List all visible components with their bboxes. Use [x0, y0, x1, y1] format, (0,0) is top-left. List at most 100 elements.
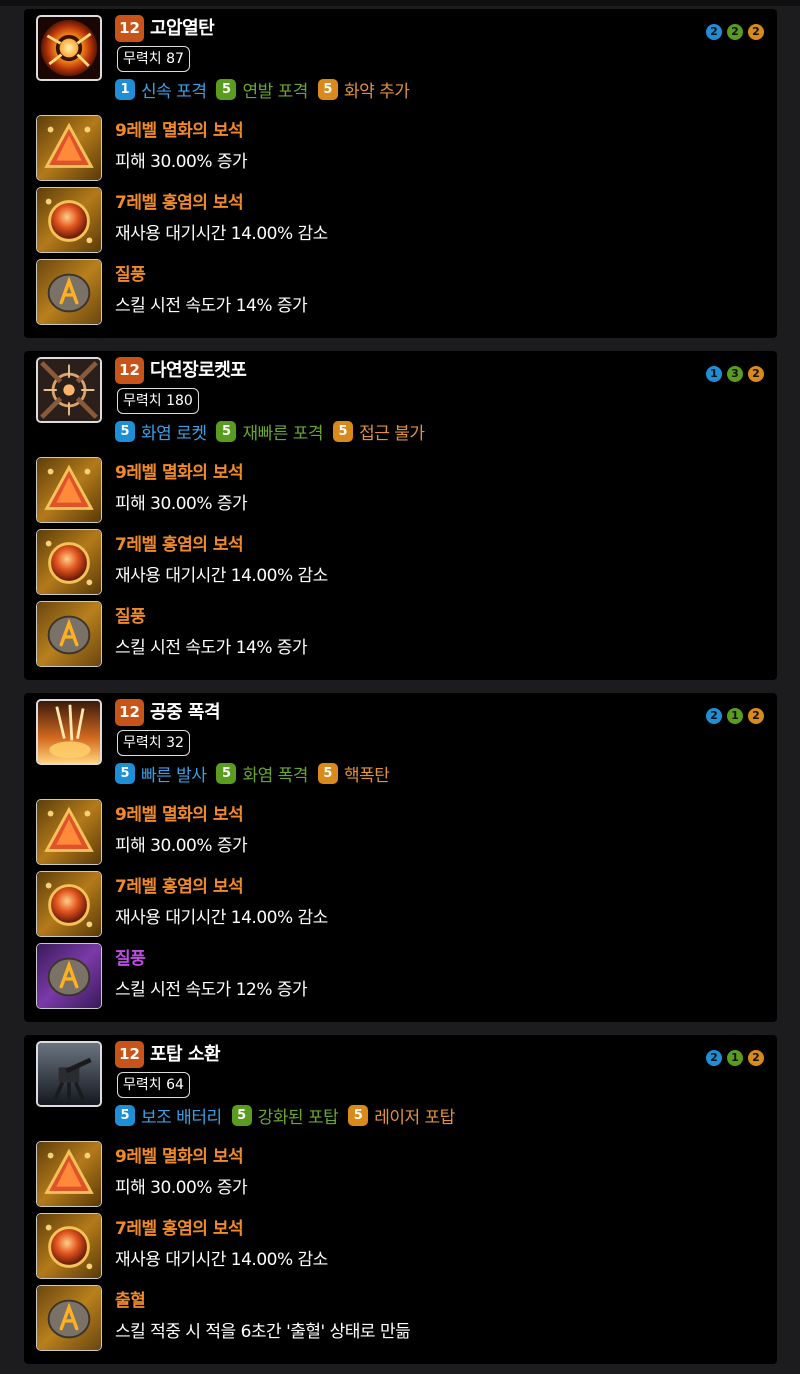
tripod-level-badge: 5	[317, 762, 338, 784]
tripod-level-badge: 5	[317, 78, 338, 100]
tripod-name: 화염 폭격	[242, 765, 308, 786]
tripod-tier-dot: 2	[725, 22, 745, 42]
gem-row: 7레벨 홍염의 보석 재사용 대기시간 14.00% 감소	[36, 871, 756, 937]
tripod-level-badge: 5	[115, 420, 135, 442]
skill-level-badge: 12	[115, 1041, 144, 1068]
tripod: 5 보조 배터리	[115, 1103, 222, 1128]
gem-title: 9레벨 멸화의 보석	[115, 463, 244, 483]
gem-triangle-icon	[36, 799, 102, 865]
explosion-icon	[36, 15, 102, 81]
tripod: 5 화염 로켓	[115, 419, 207, 444]
tripod-tier-summary: 1 3 2	[703, 364, 766, 384]
tripod-level-badge: 1	[115, 78, 135, 100]
gem-round-icon	[36, 1213, 102, 1279]
tripod-name: 보조 배터리	[141, 1107, 222, 1128]
stagger-tag: 무력치 64	[117, 1072, 190, 1098]
skill-card: 12 고압열탄 무력치 87 1 신속 포격 5 연발 포격 5 화약 추가 2…	[24, 9, 777, 338]
gem-row: 7레벨 홍염의 보석 재사용 대기시간 14.00% 감소	[36, 529, 756, 595]
tripod: 5 강화된 포탑	[231, 1103, 339, 1128]
gem-round-icon	[36, 187, 102, 253]
gem-title: 7레벨 홍염의 보석	[115, 1219, 244, 1239]
gem-effect: 재사용 대기시간 14.00% 감소	[115, 224, 328, 244]
gem-triangle-icon	[36, 457, 102, 523]
tripod-level-badge: 5	[231, 1104, 252, 1126]
gem-row: 9레벨 멸화의 보석 피해 30.00% 증가	[36, 457, 756, 523]
tripod-tier-dot: 2	[704, 1048, 724, 1068]
tripod-tier-dot: 3	[725, 364, 745, 384]
skill-name: 고압열탄	[150, 18, 215, 39]
gem-title: 7레벨 홍염의 보석	[115, 877, 244, 897]
tripod-tier-summary: 2 2 2	[703, 22, 766, 42]
tripod-name: 화약 추가	[343, 81, 410, 102]
skill-card: 12 포탑 소환 무력치 64 5 보조 배터리 5 강화된 포탑 5 레이저 …	[24, 1035, 777, 1364]
rune-effect: 스킬 적중 시 적을 6초간 '출혈' 상태로 만듦	[115, 1322, 411, 1342]
tripod-tier-dot: 1	[725, 706, 745, 726]
tripod: 5 레이저 포탑	[348, 1103, 455, 1128]
tripod: 5 연발 포격	[216, 77, 308, 102]
tripod-tier-dot: 2	[746, 22, 766, 42]
gem-round-icon	[36, 871, 102, 937]
rune-icon	[36, 601, 102, 667]
skill-name: 공중 폭격	[150, 702, 221, 723]
gem-title: 7레벨 홍염의 보석	[115, 193, 244, 213]
skill-level-badge: 12	[115, 357, 144, 384]
tripod-level-badge: 5	[216, 762, 237, 784]
skill-level-badge: 12	[115, 15, 144, 42]
tripod-level-badge: 5	[333, 420, 354, 442]
tripod-name: 연발 포격	[242, 81, 308, 102]
gem-row: 9레벨 멸화의 보석 피해 30.00% 증가	[36, 1141, 756, 1207]
rune-icon	[36, 943, 102, 1009]
gem-effect: 피해 30.00% 증가	[115, 836, 248, 856]
gem-title: 9레벨 멸화의 보석	[115, 121, 244, 141]
gem-effect: 재사용 대기시간 14.00% 감소	[115, 566, 328, 586]
skill-card: 12 다연장로켓포 무력치 180 5 화염 로켓 5 재빠른 포격 5 접근 …	[24, 351, 777, 680]
tripod: 1 신속 포격	[115, 77, 207, 102]
tripod: 5 화약 추가	[317, 77, 410, 102]
tripod-name: 핵폭탄	[343, 765, 390, 786]
tripod-level-badge: 5	[115, 762, 135, 784]
stagger-tag: 무력치 32	[117, 730, 190, 756]
tripod-tier-dot: 2	[746, 1048, 766, 1068]
crosshair-icon	[36, 357, 102, 423]
tripod-tier-dot: 2	[704, 22, 724, 42]
tripod-tier-summary: 2 1 2	[703, 1048, 766, 1068]
tripod-tier-dot: 2	[746, 364, 766, 384]
rune-row: 질풍 스킬 시전 속도가 14% 증가	[36, 259, 756, 325]
gem-row: 9레벨 멸화의 보석 피해 30.00% 증가	[36, 115, 756, 181]
gem-row: 9레벨 멸화의 보석 피해 30.00% 증가	[36, 799, 756, 865]
tripod-list: 1 신속 포격 5 연발 포격 5 화약 추가	[115, 77, 419, 102]
rune-effect: 스킬 시전 속도가 14% 증가	[115, 296, 308, 316]
stagger-tag: 무력치 87	[117, 46, 190, 72]
tripod-tier-summary: 2 1 2	[703, 706, 766, 726]
gem-effect: 피해 30.00% 증가	[115, 152, 248, 172]
tripod: 5 핵폭탄	[317, 761, 390, 786]
tripod: 5 화염 폭격	[216, 761, 308, 786]
gem-effect: 재사용 대기시간 14.00% 감소	[115, 908, 328, 928]
tripod-name: 화염 로켓	[141, 423, 207, 444]
tripod-name: 강화된 포탑	[257, 1107, 339, 1128]
tripod-list: 5 보조 배터리 5 강화된 포탑 5 레이저 포탑	[115, 1103, 465, 1128]
tripod-level-badge: 5	[348, 1104, 369, 1126]
rune-icon	[36, 1285, 102, 1351]
gem-triangle-icon	[36, 115, 102, 181]
rune-title: 출혈	[115, 1291, 146, 1311]
tripod-level-badge: 5	[115, 1104, 135, 1126]
tripod: 5 재빠른 포격	[216, 419, 324, 444]
gem-row: 7레벨 홍염의 보석 재사용 대기시간 14.00% 감소	[36, 1213, 756, 1279]
airstrike-icon	[36, 699, 102, 765]
rune-effect: 스킬 시전 속도가 14% 증가	[115, 638, 308, 658]
rune-title: 질풍	[115, 607, 146, 627]
turret-icon	[36, 1041, 102, 1107]
tripod-name: 빠른 발사	[141, 765, 207, 786]
tripod-list: 5 화염 로켓 5 재빠른 포격 5 접근 불가	[115, 419, 435, 444]
gem-row: 7레벨 홍염의 보석 재사용 대기시간 14.00% 감소	[36, 187, 756, 253]
tripod-list: 5 빠른 발사 5 화염 폭격 5 핵폭탄	[115, 761, 399, 786]
rune-effect: 스킬 시전 속도가 12% 증가	[115, 980, 308, 1000]
skill-name: 포탑 소환	[150, 1044, 221, 1065]
gem-title: 9레벨 멸화의 보석	[115, 805, 244, 825]
rune-row: 출혈 스킬 적중 시 적을 6초간 '출혈' 상태로 만듦	[36, 1285, 756, 1351]
tripod: 5 접근 불가	[333, 419, 425, 444]
skill-level-badge: 12	[115, 699, 144, 726]
rune-title: 질풍	[115, 265, 146, 285]
tripod-name: 접근 불가	[359, 423, 425, 444]
